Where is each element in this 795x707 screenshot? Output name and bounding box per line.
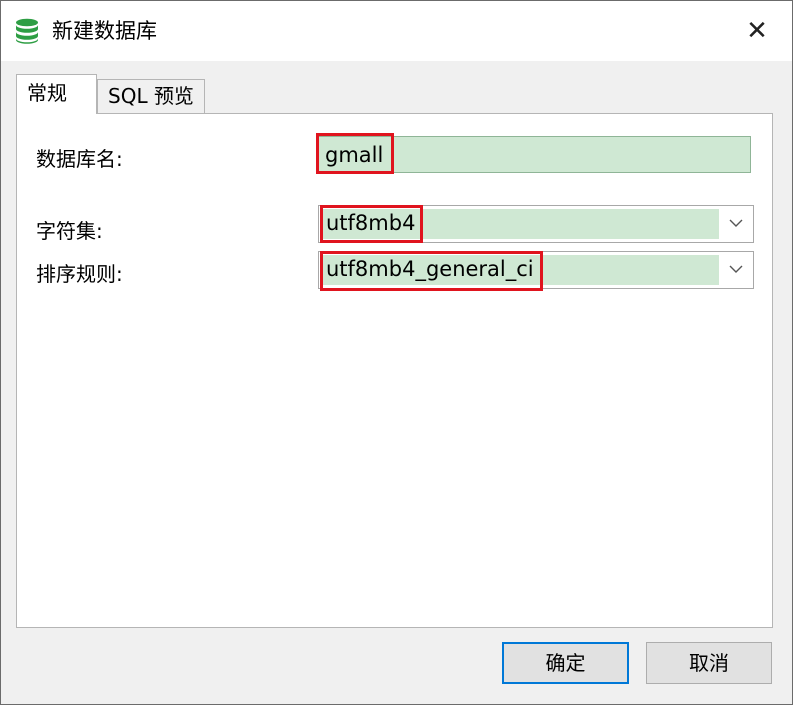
database-icon — [16, 18, 38, 44]
db-name-label: 数据库名: — [36, 147, 123, 171]
tab-general[interactable]: 常规 — [16, 74, 97, 114]
tab-general-label: 常规 — [27, 81, 67, 105]
chevron-down-icon[interactable] — [729, 218, 743, 228]
ok-button-label: 确定 — [545, 651, 586, 675]
tab-sql-preview-label: SQL 预览 — [108, 84, 194, 108]
collation-label: 排序规则: — [36, 262, 123, 286]
chevron-down-icon[interactable] — [729, 264, 743, 274]
general-tab-panel: 数据库名: gmall 字符集: utf8mb4 排序规则: utf8mb4_g… — [16, 113, 773, 628]
cancel-button-label: 取消 — [689, 651, 729, 675]
ok-button[interactable]: 确定 — [502, 642, 629, 684]
charset-value: utf8mb4 — [326, 211, 416, 235]
tab-sql-preview[interactable]: SQL 预览 — [97, 79, 205, 114]
close-button[interactable]: ✕ — [739, 16, 775, 48]
close-icon: ✕ — [746, 16, 768, 46]
collation-select[interactable]: utf8mb4_general_ci — [318, 251, 754, 289]
new-database-dialog: 新建数据库 ✕ 常规 SQL 预览 数据库名: gmall 字符集: utf8m… — [0, 0, 793, 705]
charset-select[interactable]: utf8mb4 — [318, 205, 754, 243]
window-title: 新建数据库 — [52, 19, 157, 43]
db-name-value: gmall — [325, 143, 384, 167]
title-bar: 新建数据库 ✕ — [1, 1, 792, 61]
charset-label: 字符集: — [36, 219, 103, 243]
cancel-button[interactable]: 取消 — [646, 642, 772, 684]
db-name-input[interactable]: gmall — [318, 136, 751, 173]
collation-value: utf8mb4_general_ci — [326, 257, 534, 281]
